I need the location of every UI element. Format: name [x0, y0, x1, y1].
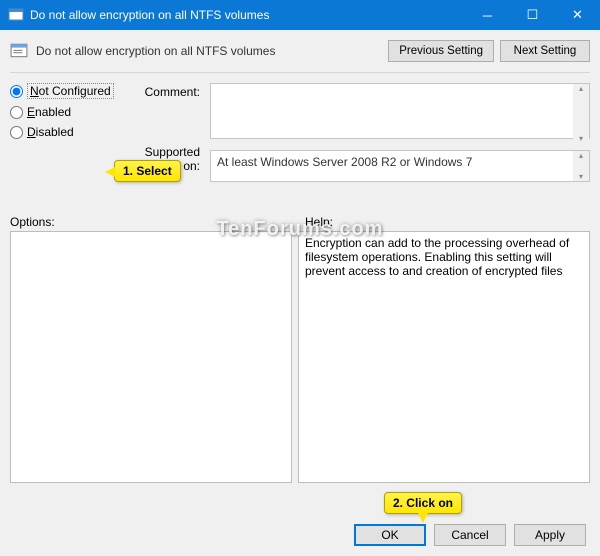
gpedit-icon	[8, 7, 24, 23]
supported-on-text: At least Windows Server 2008 R2 or Windo…	[217, 155, 472, 169]
radio-disabled[interactable]: Disabled	[10, 125, 120, 139]
next-setting-button[interactable]: Next Setting	[500, 40, 590, 62]
scrollbar[interactable]: ▴▾	[573, 151, 589, 181]
help-pane: Encryption can add to the processing ove…	[298, 231, 590, 483]
help-label: Help:	[305, 215, 333, 229]
supported-on-box: At least Windows Server 2008 R2 or Windo…	[210, 150, 590, 182]
dialog-buttons: OK Cancel Apply	[354, 524, 586, 546]
radio-not-configured[interactable]: Not Configured	[10, 83, 120, 99]
annotation-select: 1. Select	[114, 160, 181, 182]
titlebar: Do not allow encryption on all NTFS volu…	[0, 0, 600, 30]
state-radios: Not Configured Enabled Disabled	[10, 83, 120, 205]
help-text: Encryption can add to the processing ove…	[305, 236, 569, 278]
minimize-button[interactable]: ─	[465, 0, 510, 30]
maximize-button[interactable]: ☐	[510, 0, 555, 30]
radio-enabled[interactable]: Enabled	[10, 105, 120, 119]
close-button[interactable]: ✕	[555, 0, 600, 30]
policy-title: Do not allow encryption on all NTFS volu…	[36, 44, 382, 58]
annotation-click: 2. Click on	[384, 492, 462, 514]
comment-textarea[interactable]	[210, 83, 590, 139]
apply-button[interactable]: Apply	[514, 524, 586, 546]
ok-button[interactable]: OK	[354, 524, 426, 546]
options-pane	[10, 231, 292, 483]
previous-setting-button[interactable]: Previous Setting	[388, 40, 494, 62]
scrollbar[interactable]: ▴▾	[573, 84, 589, 143]
window-title: Do not allow encryption on all NTFS volu…	[30, 8, 465, 22]
comment-label: Comment:	[130, 85, 200, 145]
policy-icon	[10, 42, 28, 60]
cancel-button[interactable]: Cancel	[434, 524, 506, 546]
options-label: Options:	[10, 215, 295, 229]
divider	[10, 72, 590, 73]
